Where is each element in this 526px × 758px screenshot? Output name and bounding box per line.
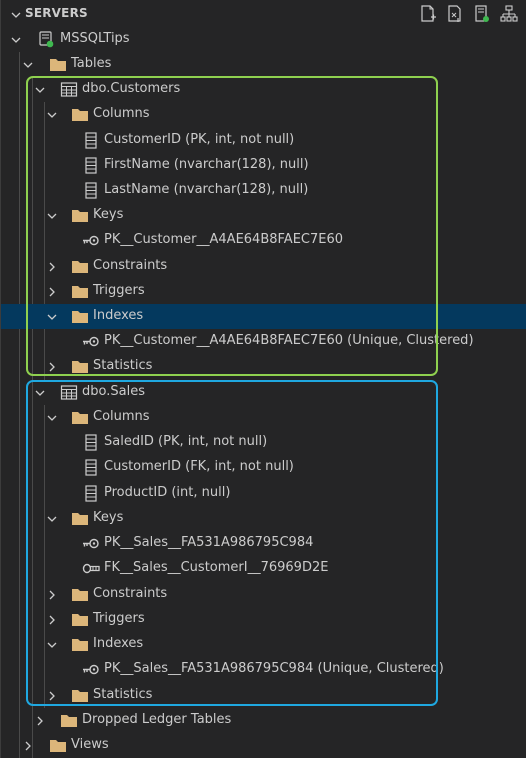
tree-item-dropped-ledger-tables[interactable]: Dropped Ledger Tables <box>1 708 526 733</box>
folder-icon <box>50 740 66 752</box>
tree-item-server[interactable]: MSSQLTips <box>1 27 526 52</box>
chevron-down-icon[interactable] <box>22 59 34 71</box>
tree-item-tables[interactable]: Tables <box>1 52 526 77</box>
new-connection-icon[interactable] <box>446 4 464 24</box>
servers-header[interactable]: SERVERS <box>1 0 526 28</box>
chevron-right-icon[interactable] <box>22 740 34 752</box>
panel-title: SERVERS <box>25 6 88 20</box>
chevron-down-icon[interactable] <box>10 9 22 21</box>
tree-item-views[interactable]: Views <box>1 733 526 758</box>
customers-highlight-box <box>26 76 438 376</box>
servers-panel: SERVERS MSSQLTips Tables dbo.Customers C… <box>0 0 526 758</box>
new-server-group-icon[interactable] <box>473 4 491 24</box>
folder-icon <box>50 59 66 71</box>
new-query-icon[interactable] <box>419 4 437 24</box>
views-label: Views <box>71 737 109 752</box>
active-connections-icon[interactable] <box>500 4 518 24</box>
chevron-down-icon[interactable] <box>10 34 22 46</box>
chevron-right-icon[interactable] <box>34 715 46 727</box>
folder-icon <box>61 715 77 727</box>
tables-label: Tables <box>71 56 112 71</box>
sales-highlight-box <box>26 380 438 706</box>
server-label: MSSQLTips <box>60 31 130 46</box>
server-icon <box>39 31 54 48</box>
dropped-ledger-label: Dropped Ledger Tables <box>82 712 232 727</box>
